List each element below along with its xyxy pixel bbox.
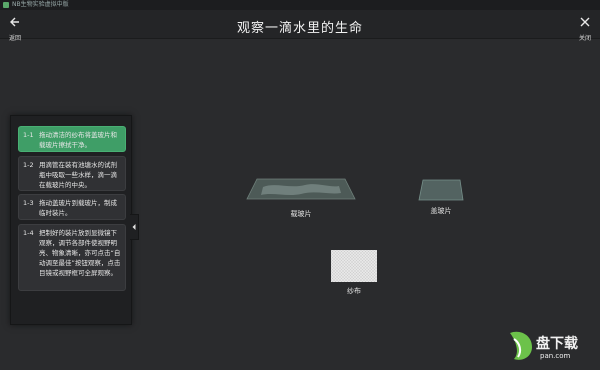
gauze-label: 纱布 xyxy=(347,287,361,295)
step-text: 把制好的装片放到显微镜下观察，调节各部件使视野明亮、物象清晰，亦可点击“自动调至… xyxy=(39,229,121,277)
app-icon xyxy=(3,2,9,8)
step-1-4[interactable]: 1-4 把制好的装片放到显微镜下观察，调节各部件使视野明亮、物象清晰，亦可点击“… xyxy=(18,224,126,291)
glass-slide[interactable] xyxy=(245,177,357,201)
step-text: 用滴管在装有池塘水的试剂瓶中吸取一些水样，滴一滴在载玻片的中央。 xyxy=(39,161,117,189)
close-label: 关闭 xyxy=(578,35,591,42)
watermark-logo-icon xyxy=(510,331,532,360)
cover-slip[interactable] xyxy=(418,179,464,201)
chevron-left-icon xyxy=(132,224,136,230)
close-button[interactable]: 关闭 xyxy=(574,13,596,42)
steps-panel: 1-1 拖动清洁的纱布将盖玻片和载玻片擦拭干净。 1-2 用滴管在装有池塘水的试… xyxy=(10,115,132,325)
header-bar: 返回 观察一滴水里的生命 关闭 xyxy=(0,10,600,42)
close-icon xyxy=(580,17,590,27)
page-title: 观察一滴水里的生命 xyxy=(236,21,363,36)
gauze[interactable] xyxy=(331,250,377,282)
step-number: 1-4 xyxy=(23,229,34,237)
step-1-1[interactable]: 1-1 拖动清洁的纱布将盖玻片和载玻片擦拭干净。 xyxy=(18,126,126,152)
glass-slide-label: 载玻片 xyxy=(290,210,312,218)
step-text: 拖动清洁的纱布将盖玻片和载玻片擦拭干净。 xyxy=(39,131,117,149)
watermark-main-text: 盘下载 xyxy=(536,336,578,352)
step-number: 1-1 xyxy=(23,131,34,139)
step-text: 拖动盖玻片到载玻片，制成临时装片。 xyxy=(39,199,117,217)
step-1-3[interactable]: 1-3 拖动盖玻片到载玻片，制成临时装片。 xyxy=(18,194,126,220)
window-titlebar: NB生物实验虚拟中版 xyxy=(0,0,600,10)
site-watermark: 盘下载 pan.com xyxy=(506,327,596,367)
window-title: NB生物实验虚拟中版 xyxy=(12,1,69,8)
watermark-sub-text: pan.com xyxy=(540,352,571,360)
step-1-2[interactable]: 1-2 用滴管在装有池塘水的试剂瓶中吸取一些水样，滴一滴在载玻片的中央。 xyxy=(18,156,126,191)
step-number: 1-2 xyxy=(23,161,34,169)
panel-collapse-toggle[interactable] xyxy=(130,214,139,240)
step-number: 1-3 xyxy=(23,199,34,207)
cover-slip-label: 盖玻片 xyxy=(430,207,452,215)
